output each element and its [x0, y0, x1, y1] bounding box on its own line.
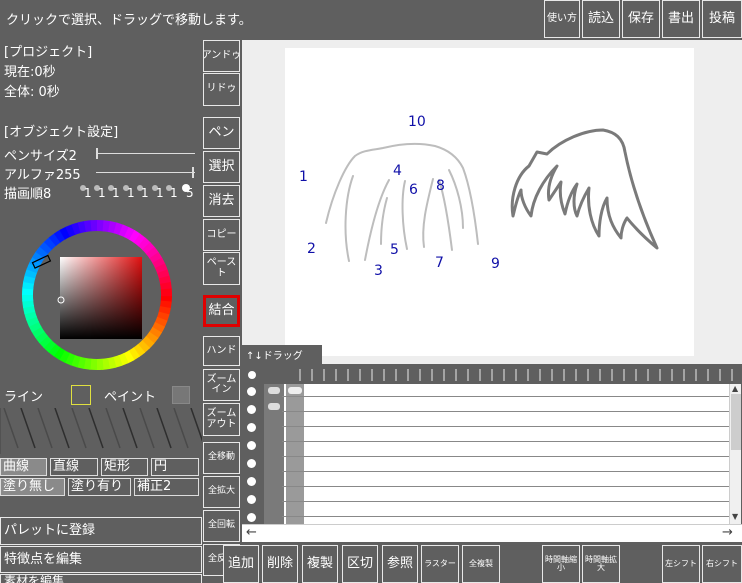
stroke-label: 6: [409, 182, 418, 198]
post-button[interactable]: 投稿: [702, 0, 742, 38]
shape-circle[interactable]: 円: [151, 458, 199, 476]
pen-size-slider[interactable]: [96, 153, 195, 154]
color-wheel[interactable]: [22, 220, 172, 370]
save-button[interactable]: 保存: [622, 0, 660, 38]
fill-none[interactable]: 塗り無し: [0, 478, 65, 496]
line-color-swatch[interactable]: [71, 385, 91, 405]
stroke-label: 8: [436, 178, 445, 194]
order-digit: 1: [84, 186, 92, 200]
shape-line[interactable]: 直線: [50, 458, 98, 476]
paste-button[interactable]: ペースト: [203, 252, 240, 285]
timeline-ruler[interactable]: [242, 364, 742, 384]
stroke-label: 3: [374, 263, 383, 279]
scale-all-button[interactable]: 全拡大: [203, 476, 240, 508]
total-time: 全体: 0秒: [4, 85, 60, 100]
object-title: [オブジェクト設定]: [4, 125, 119, 140]
order-digit: 1: [127, 186, 135, 200]
timeline-expand-button[interactable]: 時間軸拡大: [582, 545, 620, 583]
status-text: クリックで選択、ドラッグで移動します。: [6, 13, 252, 28]
shape-rect[interactable]: 矩形: [101, 458, 148, 476]
pen-size-knob[interactable]: [96, 148, 98, 159]
stroke-label: 10: [408, 114, 426, 130]
current-time: 現在:0秒: [4, 65, 56, 80]
timeline-drag-tab[interactable]: ↑↓ドラッグ: [242, 345, 322, 364]
scroll-down-icon[interactable]: ▼: [732, 512, 738, 521]
scroll-left-icon[interactable]: ←: [246, 525, 257, 540]
alpha-slider[interactable]: [96, 172, 195, 173]
alpha-label: アルファ255: [4, 168, 81, 183]
order-digit: 1: [112, 186, 120, 200]
stroke-label: 5: [390, 242, 399, 258]
project-title: [プロジェクト]: [4, 45, 93, 60]
timeline-vscroll[interactable]: ▲ ▼: [729, 384, 741, 524]
timeline-shrink-button[interactable]: 時間軸縮小: [542, 545, 580, 583]
delete-button[interactable]: 削除: [262, 545, 298, 583]
alpha-knob[interactable]: [192, 167, 194, 178]
stroke-label: 2: [307, 241, 316, 257]
edit-material-button[interactable]: 素材を編集: [0, 574, 202, 583]
undo-button[interactable]: アンドゥ: [203, 40, 240, 72]
scroll-right-icon[interactable]: →: [722, 525, 733, 540]
timeline-hscroll[interactable]: ← →: [242, 524, 742, 542]
load-button[interactable]: 読込: [582, 0, 620, 38]
rotate-all-button[interactable]: 全回転: [203, 510, 240, 542]
zoom-in-button[interactable]: ズームイン: [203, 369, 240, 401]
stroke-label: 1: [299, 169, 308, 185]
pen-tool-button[interactable]: ペン: [203, 117, 240, 149]
split-button[interactable]: 区切: [342, 545, 378, 583]
hand-tool-button[interactable]: ハンド: [203, 336, 240, 366]
export-button[interactable]: 書出: [662, 0, 700, 38]
stroke-label: 7: [435, 255, 444, 271]
select-tool-button[interactable]: 選択: [203, 151, 240, 183]
smoothing[interactable]: 補正2: [134, 478, 199, 496]
help-button[interactable]: 使い方: [544, 0, 580, 38]
redo-button[interactable]: リドゥ: [203, 73, 240, 106]
line-label: ライン: [4, 390, 44, 405]
scroll-up-icon[interactable]: ▲: [732, 384, 738, 393]
stroke-label: 4: [393, 163, 402, 179]
order-digit: 1: [170, 186, 178, 200]
edit-points-button[interactable]: 特徴点を編集: [0, 546, 202, 573]
duplicate-button[interactable]: 複製: [302, 545, 338, 583]
paint-color-swatch[interactable]: [172, 386, 190, 404]
stroke-label: 9: [491, 256, 500, 272]
merge-button[interactable]: 結合: [203, 295, 240, 327]
copy-button[interactable]: コピー: [203, 219, 240, 251]
duplicate-all-button[interactable]: 全複製: [462, 545, 500, 583]
erase-button[interactable]: 消去: [203, 185, 240, 217]
order-digit: 5: [186, 186, 194, 200]
order-digit: 1: [141, 186, 149, 200]
order-digit: 1: [98, 186, 106, 200]
shift-left-button[interactable]: 左シフト: [662, 545, 700, 583]
pen-size-label: ペンサイズ2: [4, 149, 77, 164]
order-label: 描画順8: [4, 187, 52, 202]
raster-button[interactable]: ラスター: [421, 545, 459, 583]
reference-button[interactable]: 参照: [382, 545, 418, 583]
stroke-preview: [0, 408, 202, 454]
move-all-button[interactable]: 全移動: [203, 442, 240, 474]
add-button[interactable]: 追加: [223, 545, 259, 583]
order-digit: 1: [156, 186, 164, 200]
timeline-list[interactable]: [264, 384, 730, 524]
zoom-out-button[interactable]: ズームアウト: [203, 403, 240, 436]
register-palette-button[interactable]: パレットに登録: [0, 517, 202, 545]
drawing-strokes[interactable]: [285, 48, 694, 356]
shift-right-button[interactable]: 右シフト: [702, 545, 742, 583]
paint-label: ペイント: [104, 390, 157, 405]
fill-on[interactable]: 塗り有り: [68, 478, 131, 496]
shape-curve[interactable]: 曲線: [0, 458, 47, 476]
